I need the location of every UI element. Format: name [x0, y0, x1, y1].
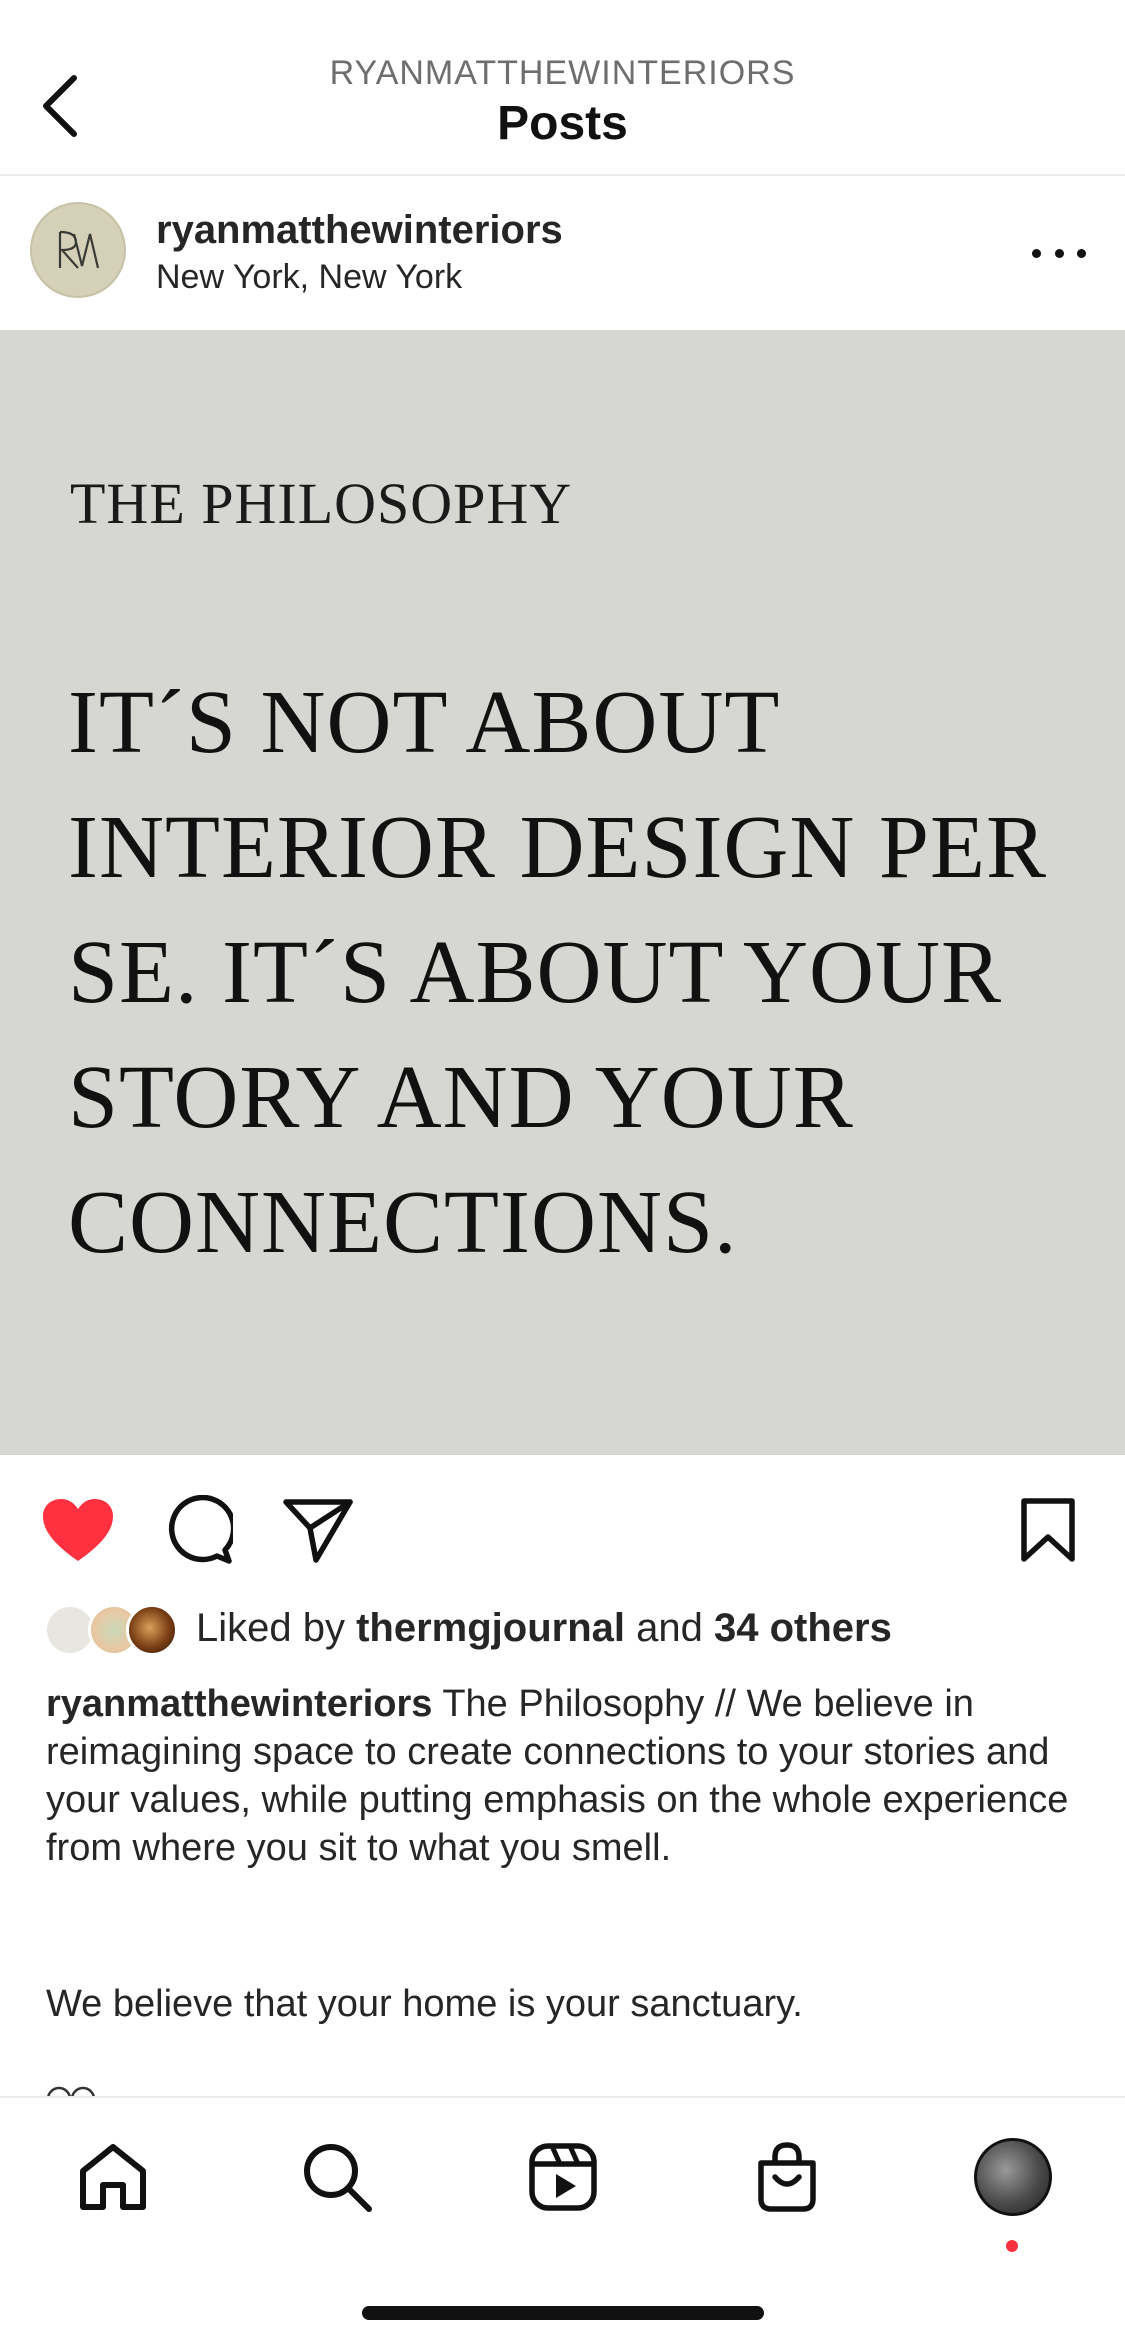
nav-search-button[interactable]: [292, 2132, 382, 2222]
send-icon: [283, 1499, 353, 1563]
nav-reels-button[interactable]: [518, 2132, 608, 2222]
profile-avatar: [974, 2138, 1052, 2216]
save-button[interactable]: [1008, 1490, 1088, 1570]
search-icon: [304, 2144, 372, 2212]
image-quote-text: IT´S NOT ABOUT INTERIOR DESIGN PER SE. I…: [68, 673, 1047, 1272]
liker-avatar: [126, 1604, 178, 1656]
likes-prefix: Liked by: [196, 1606, 345, 1650]
reels-icon: [529, 2143, 597, 2211]
likes-text: Liked by thermgjournal and 34 others: [196, 1606, 892, 1651]
more-dots-icon: [1077, 248, 1086, 258]
nav-home-button[interactable]: [68, 2132, 158, 2222]
post-location[interactable]: New York, New York: [156, 258, 462, 297]
post-account-name[interactable]: ryanmatthewinteriors: [156, 208, 563, 253]
likes-joiner: and: [636, 1606, 703, 1650]
post-actions: [0, 1455, 1125, 1600]
more-options-button[interactable]: [1032, 238, 1086, 268]
shop-icon: [758, 2142, 816, 2212]
account-avatar[interactable]: [30, 202, 126, 298]
header-account-name: RYANMATTHEWINTERIORS: [329, 54, 796, 92]
nav-shop-button[interactable]: [742, 2132, 832, 2222]
likes-summary[interactable]: Liked by thermgjournal and 34 others: [0, 1600, 1125, 1662]
share-button[interactable]: [278, 1490, 358, 1570]
likes-others-count[interactable]: 34 others: [714, 1606, 892, 1650]
post-image[interactable]: THE PHILOSOPHY IT´S NOT ABOUT INTERIOR D…: [0, 330, 1125, 1455]
home-indicator: [362, 2306, 764, 2320]
post-header: ryanmatthewinteriors New York, New York: [0, 178, 1125, 330]
more-dots-icon: [1032, 248, 1041, 258]
notification-dot: [1006, 2240, 1018, 2252]
comment-icon: [168, 1495, 233, 1564]
nav-profile-button[interactable]: [968, 2132, 1058, 2222]
more-dots-icon: [1054, 248, 1064, 258]
home-icon: [80, 2144, 146, 2210]
like-button[interactable]: [38, 1490, 118, 1570]
liked-by-user[interactable]: thermgjournal: [356, 1606, 625, 1650]
image-kicker-text: THE PHILOSOPHY: [70, 471, 573, 536]
monogram-logo-icon: [58, 230, 100, 269]
top-bar: RYANMATTHEWINTERIORS Posts: [0, 0, 1125, 176]
heart-filled-icon: [43, 1499, 113, 1561]
page-title: Posts: [497, 97, 628, 150]
comment-button[interactable]: [158, 1490, 238, 1570]
caption-text-2: We believe that your home is your sanctu…: [46, 1983, 803, 2025]
post-caption: ryanmatthewinteriors The Philosophy // W…: [46, 1680, 1086, 1872]
caption-username[interactable]: ryanmatthewinteriors: [46, 1683, 432, 1725]
bookmark-icon: [1021, 1498, 1075, 1562]
